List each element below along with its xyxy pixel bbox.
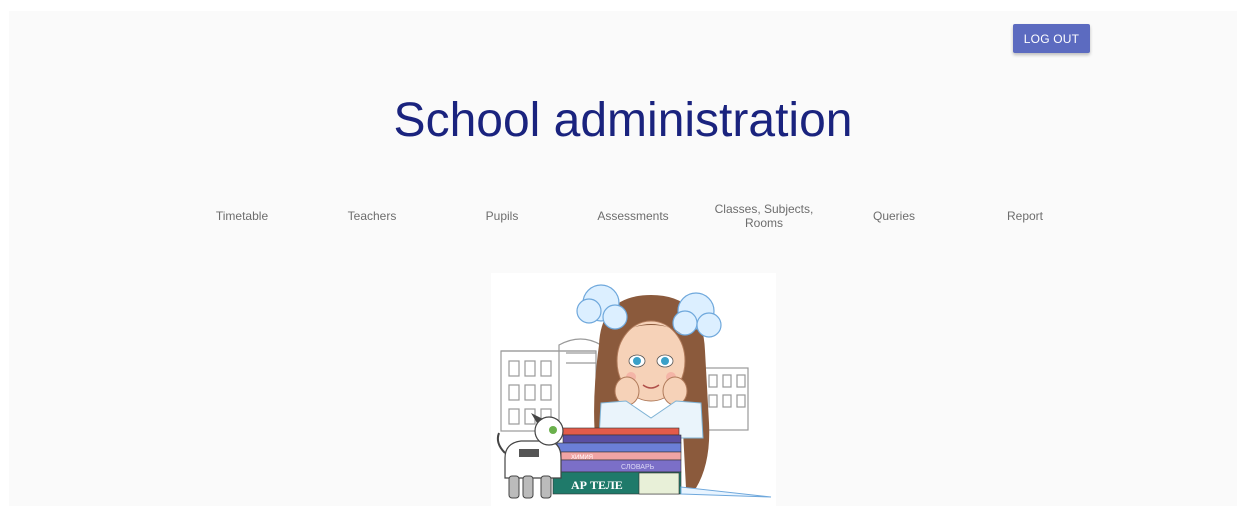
book-stack: ХИМИЯ СЛОВАРЬ АР ТЕЛЕ [552, 427, 772, 498]
page-title: School administration [393, 94, 853, 147]
nav-item-pupils[interactable]: Pupils [447, 201, 557, 231]
nav-item-assessments[interactable]: Assessments [578, 201, 688, 231]
page-container: LOG OUT School administration Timetable … [9, 11, 1237, 506]
nav-item-teachers[interactable]: Teachers [317, 201, 427, 231]
right-iris [661, 357, 669, 365]
book-spine-text: АР ТЕЛЕ [571, 478, 623, 492]
nav-item-timetable[interactable]: Timetable [187, 201, 297, 231]
illustration-graphic: ХИМИЯ СЛОВАРЬ АР ТЕЛЕ [496, 284, 772, 499]
book-spine-text: СЛОВАРЬ [621, 464, 655, 471]
school-girl-illustration: ХИМИЯ СЛОВАРЬ АР ТЕЛЕ [491, 273, 776, 506]
nav-item-classes-subjects-rooms[interactable]: Classes, Subjects, Rooms [709, 201, 819, 231]
nav-item-report[interactable]: Report [970, 201, 1080, 231]
left-iris [633, 357, 641, 365]
main-nav: Timetable Teachers Pupils Assessments Cl… [9, 201, 1237, 231]
logout-button[interactable]: LOG OUT [1013, 24, 1090, 53]
nav-item-queries[interactable]: Queries [839, 201, 949, 231]
